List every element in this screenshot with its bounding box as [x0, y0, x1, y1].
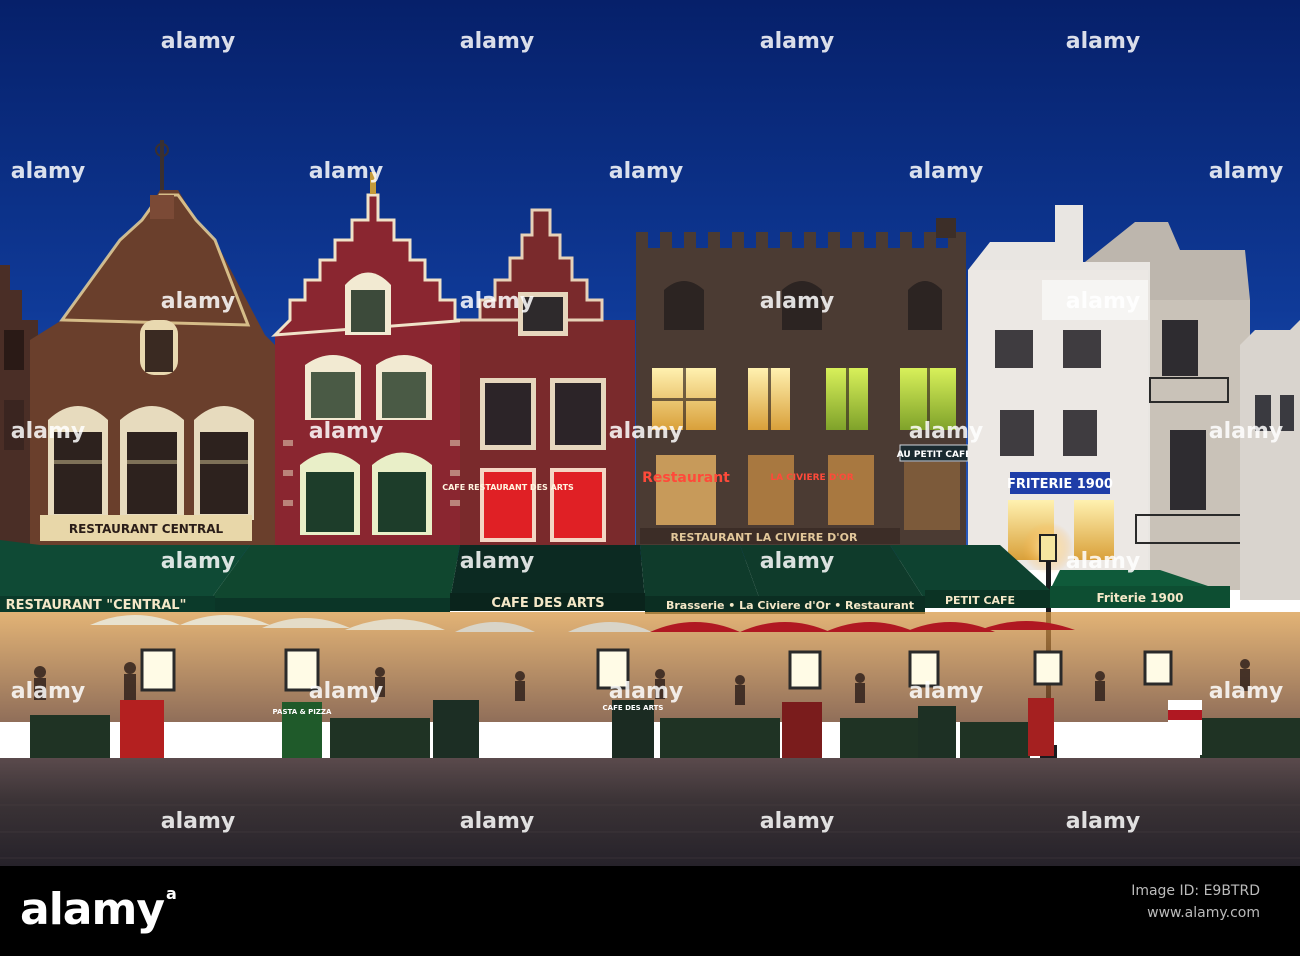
sign-au-petit-cafe: AU PETIT CAFE: [897, 450, 972, 460]
svg-text:alamy: alamy: [909, 679, 984, 704]
image-stage: RESTAURANT CENTRAL CAFE RESTAURANT DES A…: [0, 0, 1300, 956]
svg-text:alamy: alamy: [460, 29, 535, 54]
sign-pasta-board: PASTA & PIZZA: [273, 708, 332, 716]
svg-text:alamy: alamy: [460, 549, 535, 574]
svg-text:alamy: alamy: [11, 419, 86, 444]
sign-la-civiere-neon: LA CIVIERE D'OR: [770, 473, 853, 483]
svg-text:alamy: alamy: [909, 159, 984, 184]
sign-cafe-des-arts-board: CAFE DES ARTS: [603, 704, 664, 712]
svg-text:alamy: alamy: [161, 549, 236, 574]
svg-text:alamy: alamy: [760, 809, 835, 834]
svg-text:alamy: alamy: [460, 289, 535, 314]
sign-friterie-lit: FRITERIE 1900: [1007, 477, 1113, 492]
svg-text:alamy: alamy: [460, 809, 535, 834]
svg-text:alamy: alamy: [609, 159, 684, 184]
svg-text:alamy: alamy: [161, 29, 236, 54]
svg-text:alamy: alamy: [1209, 159, 1284, 184]
svg-text:alamy: alamy: [11, 159, 86, 184]
image-id: Image ID: E9BTRD: [1131, 883, 1260, 899]
svg-text:alamy: alamy: [1066, 289, 1141, 314]
svg-text:alamy: alamy: [1209, 419, 1284, 444]
building-far-right: [1240, 320, 1300, 600]
svg-text:alamy: alamy: [909, 419, 984, 444]
sign-cafe-neon: CAFE RESTAURANT DES ARTS: [442, 483, 574, 492]
sign-la-civiere-facade: RESTAURANT LA CIVIERE D'OR: [671, 531, 858, 544]
sign-cafe-des-arts-awning: CAFE DES ARTS: [491, 596, 604, 611]
alamy-logo-mark: a: [166, 884, 177, 903]
svg-text:alamy: alamy: [760, 549, 835, 574]
sign-restaurant-neon: Restaurant: [642, 470, 730, 486]
svg-text:alamy: alamy: [609, 679, 684, 704]
alamy-logo-text: alamy: [20, 884, 165, 935]
svg-text:alamy: alamy: [760, 289, 835, 314]
svg-text:alamy: alamy: [1066, 809, 1141, 834]
svg-text:alamy: alamy: [161, 289, 236, 314]
svg-text:alamy: alamy: [309, 679, 384, 704]
building-la-civiere-dor: Restaurant LA CIVIERE D'OR AU PETIT CAFE…: [636, 218, 971, 546]
svg-text:alamy: alamy: [309, 419, 384, 444]
svg-text:alamy: alamy: [609, 419, 684, 444]
sign-central-facade: RESTAURANT CENTRAL: [69, 522, 224, 536]
sign-petit-cafe-awning: PETIT CAFE: [945, 594, 1015, 607]
svg-text:alamy: alamy: [161, 809, 236, 834]
sign-restaurant-central-awning: RESTAURANT "CENTRAL": [6, 598, 187, 613]
svg-text:alamy: alamy: [11, 679, 86, 704]
alamy-logo: alamy a: [20, 884, 177, 935]
svg-text:alamy: alamy: [760, 29, 835, 54]
photo-market-square-at-dusk: RESTAURANT CENTRAL CAFE RESTAURANT DES A…: [0, 0, 1300, 866]
svg-text:alamy: alamy: [1209, 679, 1284, 704]
sign-friterie-awning: Friterie 1900: [1096, 591, 1183, 605]
svg-text:alamy: alamy: [1066, 549, 1141, 574]
svg-text:alamy: alamy: [309, 159, 384, 184]
svg-text:alamy: alamy: [1066, 29, 1141, 54]
sign-brasserie-awning: Brasserie • La Civiere d'Or • Restaurant: [666, 599, 914, 612]
site-url: www.alamy.com: [1147, 905, 1260, 921]
alamy-footer-bar: alamy a Image ID: E9BTRD www.alamy.com: [0, 866, 1300, 956]
image-meta: Image ID: E9BTRD www.alamy.com: [1131, 880, 1260, 924]
